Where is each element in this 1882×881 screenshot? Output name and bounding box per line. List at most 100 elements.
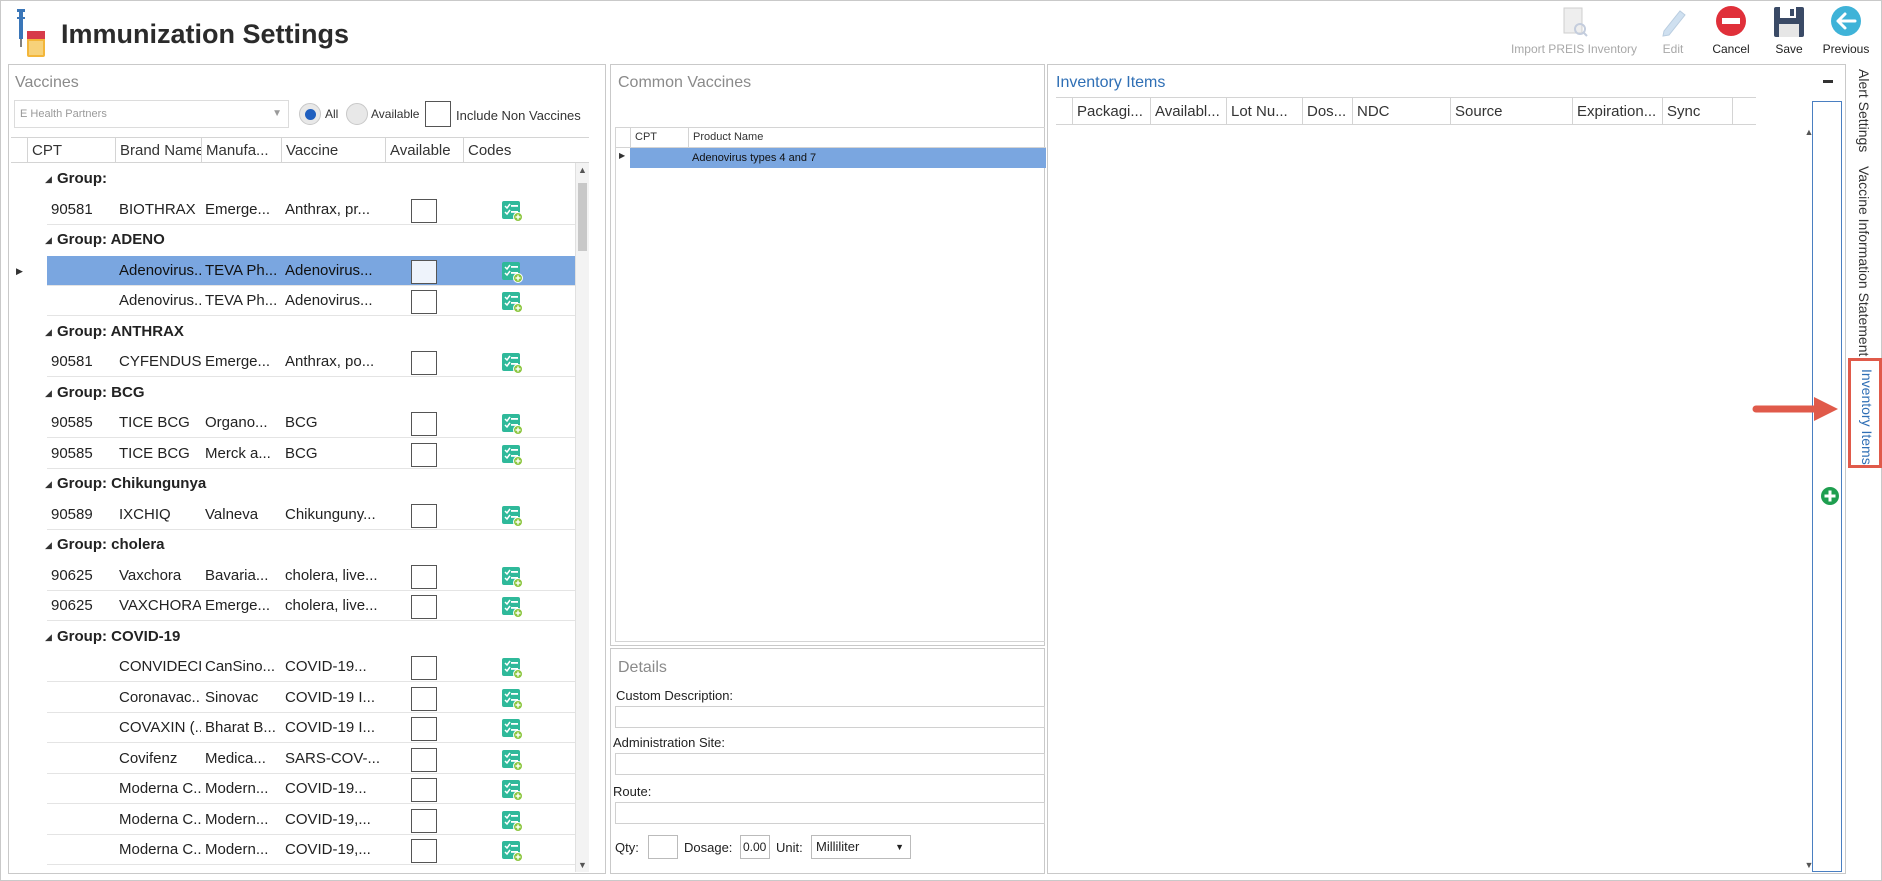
unit-select[interactable]: Milliliter ▼	[811, 835, 911, 859]
available-checkbox[interactable]	[411, 259, 437, 284]
vaccine-row[interactable]: Moderna C... Modern... COVID-19,...	[11, 805, 589, 835]
import-preis-inventory-button[interactable]: Import PREIS Inventory	[1509, 5, 1639, 59]
available-checkbox[interactable]	[411, 778, 437, 802]
codes-checklist-icon[interactable]	[501, 840, 523, 862]
vaccine-row[interactable]: 90581 BIOTHRAX Emerge... Anthrax, pr...	[11, 195, 589, 225]
codes-checklist-icon[interactable]	[501, 505, 523, 527]
vaccine-row[interactable]: 90625 VAXCHORA Emerge... cholera, live...	[11, 591, 589, 621]
col-manufacturer[interactable]: Manufa...	[201, 138, 281, 163]
available-checkbox[interactable]	[411, 595, 437, 619]
group-row[interactable]: ◢ Group:	[11, 164, 589, 194]
custom-description-input[interactable]	[615, 706, 1045, 728]
col-cpt[interactable]: CPT	[27, 138, 115, 163]
vaccine-row[interactable]: ▶ Adenovirus... TEVA Ph... Adenovirus...	[11, 255, 589, 286]
tab-vaccine-information-statement[interactable]: Vaccine Information Statement	[1850, 166, 1878, 356]
vaccine-row[interactable]: COVAXIN (... Bharat B... COVID-19 I...	[11, 713, 589, 743]
col-vaccine[interactable]: Vaccine	[281, 138, 385, 163]
scroll-thumb[interactable]	[578, 183, 587, 251]
cancel-button[interactable]: Cancel	[1708, 5, 1754, 59]
tab-inventory-items[interactable]: Inventory Items	[1848, 358, 1882, 468]
codes-checklist-icon[interactable]	[501, 413, 523, 435]
group-row[interactable]: ◢ Group: cholera	[11, 530, 589, 560]
radio-available[interactable]	[346, 103, 368, 125]
previous-button[interactable]: Previous	[1821, 5, 1871, 59]
codes-checklist-icon[interactable]	[501, 566, 523, 588]
col-sync[interactable]: Sync	[1662, 98, 1732, 125]
available-checkbox[interactable]	[411, 686, 437, 711]
available-checkbox[interactable]	[411, 290, 437, 314]
available-checkbox[interactable]	[411, 503, 437, 528]
group-row[interactable]: ◢ Group: Chikungunya	[11, 469, 589, 499]
vaccines-scrollbar[interactable]: ▲ ▼	[575, 163, 589, 872]
vaccine-row[interactable]: CONVIDECI...CanSino...COVID-19...	[11, 652, 589, 682]
group-row[interactable]: ◢ Group: ANTHRAX	[11, 317, 589, 347]
codes-checklist-icon[interactable]	[501, 657, 523, 679]
edit-button[interactable]: Edit	[1653, 5, 1693, 59]
collapse-icon[interactable]: ◢	[45, 622, 52, 652]
codes-checklist-icon[interactable]	[501, 688, 523, 710]
codes-checklist-icon[interactable]	[501, 352, 523, 374]
col-ndc[interactable]: NDC	[1352, 98, 1450, 125]
vaccine-row[interactable]: Moderna C... Modern... COVID-19,...	[11, 835, 589, 865]
pin-icon[interactable]: ▬	[1823, 75, 1833, 86]
route-input[interactable]	[615, 802, 1045, 824]
codes-checklist-icon[interactable]	[501, 200, 523, 222]
col-cpt[interactable]: CPT	[630, 128, 688, 147]
group-row[interactable]: ◢ Group: BCG	[11, 378, 589, 408]
available-checkbox[interactable]	[411, 564, 437, 589]
available-checkbox[interactable]	[411, 412, 437, 436]
available-checkbox[interactable]	[411, 808, 437, 833]
vaccine-row[interactable]: 90585 TICE BCG Organo... BCG	[11, 408, 589, 438]
save-button[interactable]: Save	[1769, 5, 1809, 59]
collapse-icon[interactable]: ◢	[45, 164, 52, 194]
vaccine-row[interactable]: Moderna C... Modern... COVID-19...	[11, 774, 589, 804]
collapse-icon[interactable]: ◢	[45, 317, 52, 347]
scroll-down-icon[interactable]: ▼	[576, 860, 589, 870]
codes-checklist-icon[interactable]	[501, 444, 523, 466]
col-brand-name[interactable]: Brand Name	[115, 138, 201, 163]
collapse-icon[interactable]: ◢	[45, 225, 52, 255]
vaccine-row[interactable]: 90581 CYFENDUS Emerge... Anthrax, po...	[11, 347, 589, 377]
dosage-input[interactable]: 0.00	[740, 835, 770, 859]
vaccine-row[interactable]: 90625 Vaxchora Bavaria... cholera, live...	[11, 561, 589, 591]
col-available[interactable]: Availabl...	[1150, 98, 1226, 125]
col-codes[interactable]: Codes	[463, 138, 543, 163]
available-checkbox[interactable]	[411, 442, 437, 467]
available-checkbox[interactable]	[411, 656, 437, 680]
vaccine-row[interactable]: Adenovirus... TEVA Ph... Adenovirus...	[11, 286, 589, 316]
collapse-icon[interactable]: ◢	[45, 378, 52, 408]
codes-checklist-icon[interactable]	[501, 779, 523, 801]
codes-checklist-icon[interactable]	[501, 749, 523, 771]
collapse-icon[interactable]: ◢	[45, 469, 52, 499]
col-dosage[interactable]: Dos...	[1302, 98, 1352, 125]
col-packaging[interactable]: Packagi...	[1072, 98, 1150, 125]
include-non-vaccines-checkbox[interactable]	[425, 101, 451, 127]
vaccine-row[interactable]: 90589 IXCHIQ Valneva Chikunguny...	[11, 500, 589, 530]
available-checkbox[interactable]	[411, 839, 437, 863]
common-vaccine-row[interactable]: ▶ Adenovirus types 4 and 7	[616, 148, 1046, 168]
vaccine-row[interactable]: Covifenz Medica... SARS-COV-...	[11, 744, 589, 774]
codes-checklist-icon[interactable]	[501, 718, 523, 740]
administration-site-input[interactable]	[615, 753, 1045, 775]
tab-alert-settings[interactable]: Alert Settings	[1850, 69, 1878, 159]
scroll-up-icon[interactable]: ▲	[576, 165, 589, 175]
available-checkbox[interactable]	[411, 717, 437, 741]
codes-checklist-icon[interactable]	[501, 810, 523, 832]
group-row[interactable]: ◢ Group: ADENO	[11, 225, 589, 255]
available-checkbox[interactable]	[411, 198, 437, 223]
col-product-name[interactable]: Product Name	[688, 128, 1046, 147]
qty-input[interactable]	[648, 835, 678, 859]
col-lot-number[interactable]: Lot Nu...	[1226, 98, 1302, 125]
codes-checklist-icon[interactable]	[501, 596, 523, 618]
available-checkbox[interactable]	[411, 747, 437, 772]
vaccine-row[interactable]: Coronavac... Sinovac COVID-19 I...	[11, 683, 589, 713]
col-source[interactable]: Source	[1450, 98, 1572, 125]
col-available[interactable]: Available	[385, 138, 463, 163]
codes-checklist-icon[interactable]	[501, 261, 523, 283]
vaccine-row[interactable]: 90585 TICE BCG Merck a... BCG	[11, 439, 589, 469]
collapse-icon[interactable]: ◢	[45, 530, 52, 560]
add-icon[interactable]	[1820, 486, 1840, 506]
codes-checklist-icon[interactable]	[501, 291, 523, 313]
group-row[interactable]: ◢ Group: COVID-19	[11, 622, 589, 652]
col-expiration[interactable]: Expiration...	[1572, 98, 1662, 125]
